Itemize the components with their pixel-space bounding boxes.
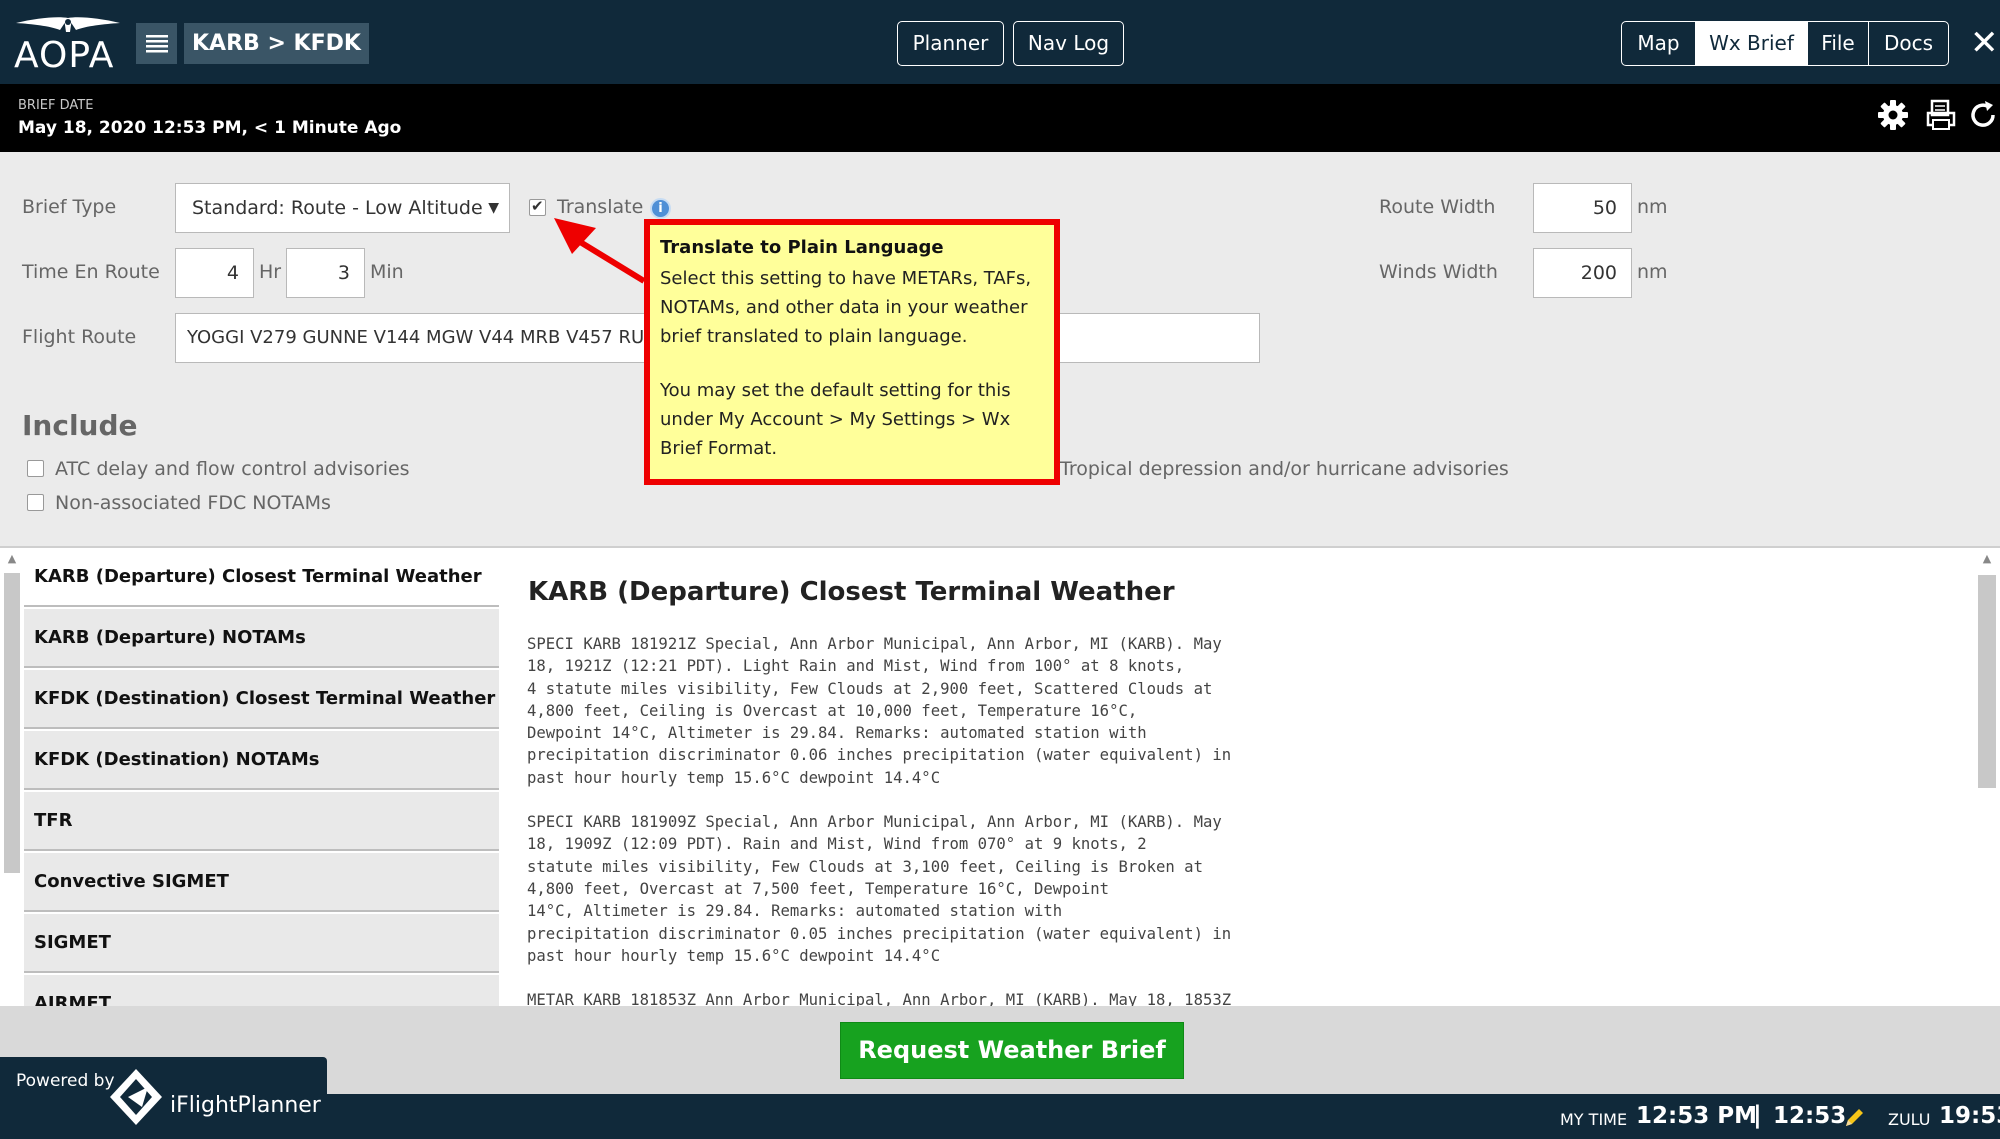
zulu-time: 19:53 xyxy=(1939,1103,2000,1129)
tropical-advisories-label: Tropical depression and/or hurricane adv… xyxy=(1060,458,1509,480)
logo-text: AOPA xyxy=(14,35,115,76)
weather-report: SPECI KARB 181921Z Special, Ann Arbor Mu… xyxy=(527,635,1232,787)
section-item[interactable]: Convective SIGMET xyxy=(24,853,499,912)
section-item[interactable]: TFR xyxy=(24,792,499,851)
weather-report: SPECI KARB 181909Z Special, Ann Arbor Mu… xyxy=(527,813,1232,965)
my-time-value: 12:53 PM xyxy=(1636,1103,1757,1129)
brief-type-select[interactable]: Standard: Route - Low Altitude ▼ xyxy=(175,183,510,233)
print-icon[interactable] xyxy=(1924,98,1958,132)
flight-route-label: Flight Route xyxy=(22,326,137,348)
section-item[interactable]: KARB (Departure) NOTAMs xyxy=(24,609,499,668)
brief-date-bar: BRIEF DATE May 18, 2020 12:53 PM, < 1 Mi… xyxy=(0,84,2000,152)
tooltip-body-1: Select this setting to have METARs, TAFs… xyxy=(660,268,1032,347)
brand-text: iFlightPlanner xyxy=(170,1093,321,1118)
brief-type-label: Brief Type xyxy=(22,196,117,218)
scroll-up-icon[interactable]: ▲ xyxy=(1978,552,1996,568)
hours-input[interactable]: 4 xyxy=(175,248,254,298)
atc-delay-checkbox[interactable] xyxy=(27,460,44,477)
winds-width-input[interactable]: 200 xyxy=(1533,248,1632,298)
route-width-label: Route Width xyxy=(1379,196,1496,218)
section-item[interactable]: KFDK (Destination) Closest Terminal Weat… xyxy=(24,670,499,729)
include-heading: Include xyxy=(22,409,138,442)
time-separator: | xyxy=(1753,1101,1762,1129)
content-title: KARB (Departure) Closest Terminal Weathe… xyxy=(528,577,1175,607)
brief-date-value: May 18, 2020 12:53 PM, < 1 Minute Ago xyxy=(18,118,402,138)
minutes-input[interactable]: 3 xyxy=(286,248,365,298)
section-item[interactable]: SIGMET xyxy=(24,914,499,973)
tooltip-body-2: You may set the default setting for this… xyxy=(660,380,1011,459)
brief-date-label: BRIEF DATE xyxy=(18,98,94,113)
my-time-24h: 12:53 xyxy=(1773,1103,1847,1129)
minutes-unit: Min xyxy=(370,261,404,283)
caret-down-icon: ▼ xyxy=(488,200,499,216)
fdc-notams-checkbox[interactable] xyxy=(27,494,44,511)
section-item[interactable]: KFDK (Destination) NOTAMs xyxy=(24,731,499,790)
fdc-notams-label: Non-associated FDC NOTAMs xyxy=(55,492,331,514)
sections-scrollbar[interactable] xyxy=(4,573,20,873)
wings-icon xyxy=(16,17,120,32)
winds-width-label: Winds Width xyxy=(1379,261,1498,283)
tab-docs[interactable]: Docs xyxy=(1869,22,1948,65)
brief-type-value: Standard: Route - Low Altitude xyxy=(192,197,483,219)
atc-delay-label: ATC delay and flow control advisories xyxy=(55,458,410,480)
section-item[interactable]: KARB (Departure) Closest Terminal Weathe… xyxy=(24,548,499,607)
weather-report: METAR KARB 181853Z Ann Arbor Municipal, … xyxy=(527,991,1232,1006)
tab-map[interactable]: Map xyxy=(1622,22,1696,65)
route-title-button[interactable]: KARB > KFDK xyxy=(184,23,369,64)
iflightplanner-logo-icon xyxy=(110,1069,162,1125)
hamburger-icon xyxy=(145,34,168,52)
route-width-input[interactable]: 50 xyxy=(1533,183,1632,233)
scroll-up-icon[interactable]: ▲ xyxy=(4,552,20,568)
view-tabs: Map Wx Brief File Docs xyxy=(1621,21,1949,66)
time-en-route-label: Time En Route xyxy=(22,261,160,283)
hamburger-menu-button[interactable] xyxy=(136,23,177,64)
content-body: SPECI KARB 181921Z Special, Ann Arbor Mu… xyxy=(527,633,1327,1006)
pencil-icon[interactable] xyxy=(1842,1106,1866,1130)
tab-file[interactable]: File xyxy=(1808,22,1869,65)
info-icon[interactable]: i xyxy=(650,198,671,219)
refresh-icon[interactable] xyxy=(1966,98,2000,132)
close-icon[interactable]: ✕ xyxy=(1970,24,2000,62)
section-item[interactable]: AIRMET xyxy=(24,975,499,1006)
hours-unit: Hr xyxy=(259,261,282,283)
tab-wx-brief[interactable]: Wx Brief xyxy=(1696,22,1808,65)
translate-label: Translate xyxy=(557,196,644,218)
translate-tooltip: Translate to Plain Language Select this … xyxy=(644,219,1060,485)
my-time-label: MY TIME xyxy=(1560,1110,1628,1129)
tooltip-title: Translate to Plain Language xyxy=(660,237,944,258)
zulu-label: ZULU xyxy=(1888,1110,1931,1129)
powered-by-badge[interactable]: Powered by iFlightPlanner xyxy=(0,1057,327,1139)
content-scrollbar[interactable] xyxy=(1978,575,1996,788)
section-list: KARB (Departure) Closest Terminal Weathe… xyxy=(24,548,499,1006)
gear-icon[interactable] xyxy=(1876,98,1910,132)
translate-checkbox[interactable] xyxy=(529,197,546,216)
route-width-unit: nm xyxy=(1637,196,1668,218)
powered-by-text: Powered by xyxy=(16,1071,115,1091)
request-weather-brief-button[interactable]: Request Weather Brief xyxy=(840,1022,1184,1079)
aopa-logo[interactable]: AOPA xyxy=(14,14,122,76)
planner-button[interactable]: Planner xyxy=(897,21,1004,66)
winds-width-unit: nm xyxy=(1637,261,1668,283)
nav-log-button[interactable]: Nav Log xyxy=(1013,21,1124,66)
top-bar: AOPA KARB > KFDK Planner Nav Log Map Wx … xyxy=(0,0,2000,84)
